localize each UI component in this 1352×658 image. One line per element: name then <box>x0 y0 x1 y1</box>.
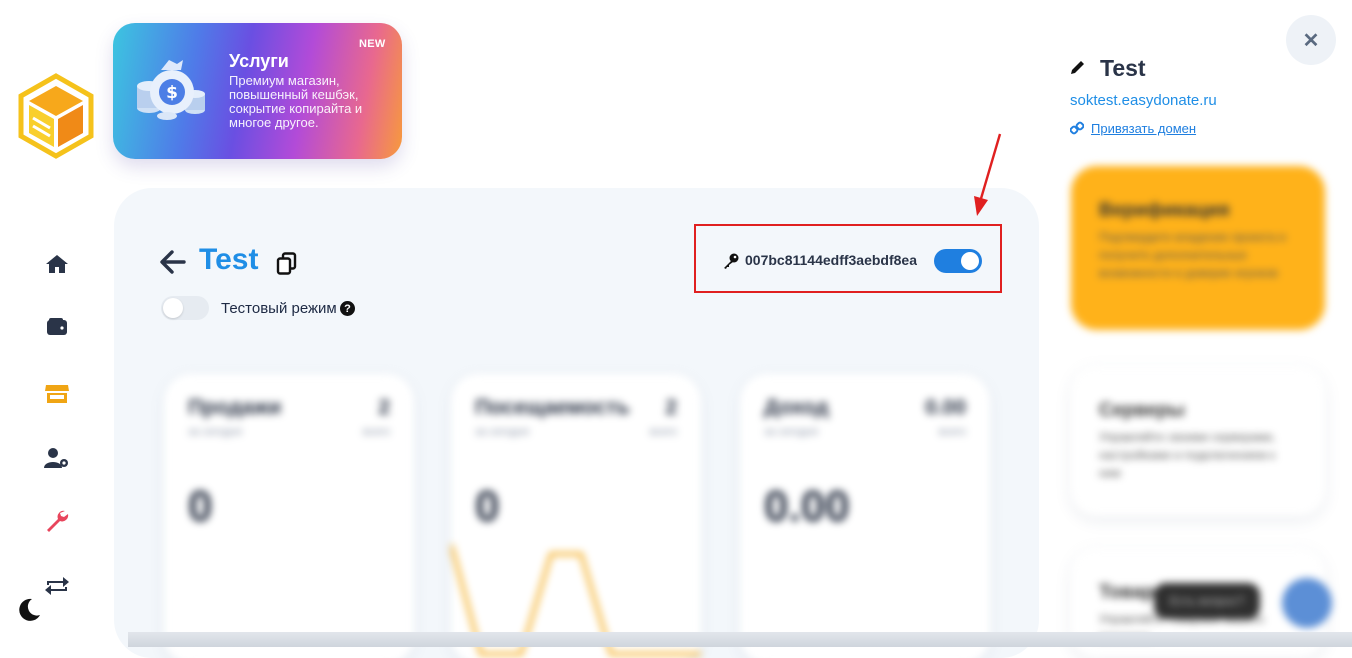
easydonate-logo[interactable] <box>17 73 95 159</box>
sidebar <box>0 0 112 647</box>
card-description: Управляйте своими серверами, настройками… <box>1099 430 1276 480</box>
stat-title: Продажи <box>188 396 282 419</box>
stat-card-visits: Посещаемость 2 за сегодня всего 0 <box>451 374 701 658</box>
stat-subtitle: за сегодня <box>188 426 242 438</box>
wallet-icon[interactable] <box>44 314 70 340</box>
close-icon: ✕ <box>1302 29 1320 52</box>
api-key-toggle[interactable] <box>934 249 982 273</box>
services-promo-banner[interactable]: $ Услуги Премиум магазин, повышенный кеш… <box>113 23 402 159</box>
test-mode-label: Тестовый режим <box>221 300 337 317</box>
stat-count: 2 <box>665 396 677 419</box>
repeat-icon[interactable] <box>44 573 70 599</box>
chat-button[interactable] <box>1282 578 1332 628</box>
help-icon[interactable]: ? <box>340 301 355 316</box>
stat-subtitle: за сегодня <box>764 426 818 438</box>
card-title: Верификация <box>1099 200 1230 221</box>
stat-subtitle-right: всего <box>938 426 966 438</box>
home-icon[interactable] <box>44 251 70 277</box>
stat-subtitle-right: всего <box>362 426 390 438</box>
stat-card-income: Доход 0.00 за сегодня всего 0.00 <box>740 374 990 658</box>
card-title: Серверы <box>1099 400 1185 421</box>
promo-title: Услуги <box>229 51 289 71</box>
toggle-knob <box>163 298 183 318</box>
verification-card[interactable]: Верификация Подтвердите владение проекта… <box>1071 166 1325 330</box>
shop-name: Test <box>1100 55 1146 81</box>
stat-title: Доход <box>764 396 829 419</box>
money-bag-icon: $ <box>137 60 205 120</box>
stat-subtitle-right: всего <box>649 426 677 438</box>
shop-title: Test <box>199 243 259 276</box>
key-icon <box>724 253 739 269</box>
stat-value: 0 <box>475 482 500 531</box>
card-description: Подтвердите владение проекта и получите … <box>1099 230 1286 280</box>
moon-icon[interactable] <box>16 597 42 623</box>
close-button[interactable]: ✕ <box>1286 15 1336 65</box>
servers-card[interactable]: Серверы Управляйте своими серверами, нас… <box>1071 366 1325 516</box>
toggle-knob <box>961 252 979 270</box>
stat-value: 0.00 <box>764 482 850 531</box>
wrench-icon[interactable] <box>44 508 70 534</box>
back-arrow-icon[interactable] <box>160 249 186 275</box>
promo-description: Премиум магазин, повышенный кешбэк, сокр… <box>229 73 363 130</box>
test-mode-toggle[interactable] <box>161 296 209 320</box>
new-badge: NEW <box>359 38 386 50</box>
bottom-edge <box>128 632 1352 647</box>
stat-title: Посещаемость <box>475 396 630 419</box>
shop-domain[interactable]: soktest.easydonate.ru <box>1070 92 1217 109</box>
user-gear-icon[interactable] <box>44 445 70 471</box>
stat-value: 0 <box>188 482 213 531</box>
stat-card-sales: Продажи 2 за сегодня всего 0 <box>164 374 414 658</box>
pencil-icon[interactable] <box>1069 58 1087 76</box>
chat-tooltip: Есть вопрос? <box>1154 583 1260 619</box>
store-icon[interactable] <box>44 381 70 407</box>
stat-subtitle: за сегодня <box>475 426 529 438</box>
svg-text:$: $ <box>166 83 178 103</box>
annotation-arrow <box>974 133 1002 216</box>
api-key-value[interactable]: 007bc81144edff3aebdf8ea <box>745 252 917 268</box>
stat-count: 0.00 <box>925 396 966 419</box>
stat-count: 2 <box>378 396 390 419</box>
bind-domain-link[interactable]: Привязать домен <box>1091 121 1196 136</box>
link-icon <box>1070 121 1084 135</box>
copy-icon[interactable] <box>276 252 298 276</box>
